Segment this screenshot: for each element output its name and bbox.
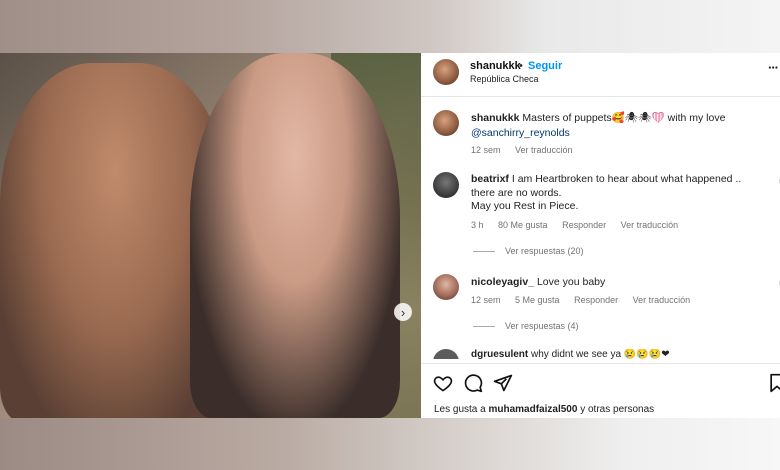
comment-emojis: 😢😢😢❤ — [623, 349, 670, 359]
post-location[interactable]: República Checa — [470, 74, 539, 84]
comment-translate[interactable]: Ver traducción — [633, 295, 691, 305]
heart-outline-icon[interactable] — [432, 372, 454, 394]
likes-prefix: Les gusta a — [434, 404, 486, 415]
comment-likes[interactable]: 80 Me gusta — [498, 220, 548, 230]
view-replies-label[interactable]: Ver respuestas (4) — [505, 321, 579, 331]
caption-translate[interactable]: Ver traducción — [515, 145, 573, 155]
comment-line: May you Rest in Piece. — [471, 200, 579, 212]
comment-bubble-icon[interactable] — [462, 372, 484, 394]
comment-time[interactable]: 3 h — [471, 220, 484, 230]
blurred-background-top — [0, 0, 780, 53]
view-replies[interactable]: Ver respuestas (20) — [473, 246, 584, 256]
likes-user[interactable]: muhamadfaizal500 — [489, 404, 578, 415]
blurred-background-bottom — [0, 418, 780, 470]
caption-meta: 12 sem Ver traducción — [471, 145, 585, 155]
partial-comment: dgruesulent why didnt we see ya 😢😢😢❤ — [421, 349, 780, 359]
view-replies-label[interactable]: Ver respuestas (20) — [505, 246, 584, 256]
comment-meta: 3 h 80 Me gusta Responder Ver traducción — [471, 220, 690, 230]
replies-divider — [473, 325, 495, 327]
avatar[interactable] — [433, 59, 459, 85]
comment-line: Love you baby — [536, 276, 606, 288]
likes-summary[interactable]: Les gusta a muhamadfaizal500 y otras per… — [434, 404, 654, 415]
caption-emojis: 🥰🕷🕷 — [611, 112, 652, 124]
post-header: shanukkk • Seguir República Checa ··· — [421, 53, 780, 97]
comment-line: I am Heartbroken to hear about what happ… — [511, 173, 742, 185]
comment-meta: 12 sem 5 Me gusta Responder Ver traducci… — [471, 295, 702, 305]
caption-text-after: with my love — [667, 112, 726, 124]
follow-button[interactable]: Seguir — [528, 60, 562, 72]
separator-dot: • — [519, 60, 523, 72]
comment-avatar[interactable] — [433, 349, 459, 359]
comment-body: nicoleyagiv_ Love you baby — [471, 276, 771, 290]
chevron-right-icon: › — [400, 304, 406, 320]
more-options-icon[interactable]: ··· — [768, 60, 779, 75]
heart-emoji: ❤ — [651, 112, 665, 124]
comment-username[interactable]: nicoleyagiv_ — [471, 276, 534, 288]
replies-divider — [473, 250, 495, 252]
paper-plane-icon[interactable] — [492, 372, 514, 394]
view-replies[interactable]: Ver respuestas (4) — [473, 321, 579, 331]
comment-body: beatrixf I am Heartbroken to hear about … — [471, 173, 771, 214]
post-detail-panel: shanukkk • Seguir República Checa ··· sh… — [421, 53, 780, 418]
post-username[interactable]: shanukkk — [470, 60, 521, 72]
caption-avatar[interactable] — [433, 110, 459, 136]
caption-time[interactable]: 12 sem — [471, 145, 501, 155]
comment-translate[interactable]: Ver traducción — [621, 220, 679, 230]
comment-time[interactable]: 12 sem — [471, 295, 501, 305]
comment-username[interactable]: beatrixf — [471, 173, 509, 185]
photo-person-right — [190, 53, 400, 418]
next-photo-button[interactable]: › — [394, 303, 412, 321]
post-photo: › — [0, 53, 421, 418]
comment-avatar[interactable] — [433, 172, 459, 198]
comment-reply-button[interactable]: Responder — [562, 220, 606, 230]
post-actions: Les gusta a muhamadfaizal500 y otras per… — [421, 363, 780, 418]
comment-avatar[interactable] — [433, 274, 459, 300]
caption-username[interactable]: shanukkk — [471, 112, 519, 124]
post-caption: shanukkk Masters of puppets🥰🕷🕷❤ with my … — [471, 111, 761, 141]
caption-text: Masters of puppets — [522, 112, 612, 124]
comment-likes[interactable]: 5 Me gusta — [515, 295, 560, 305]
caption-mention[interactable]: @sanchirry_reynolds — [471, 127, 570, 139]
comment-line: why didnt we see ya — [531, 349, 622, 359]
likes-suffix: y otras personas — [580, 404, 655, 415]
bookmark-icon[interactable] — [766, 372, 780, 394]
comment-line: there are no words. — [471, 186, 562, 199]
partial-comment-text: dgruesulent why didnt we see ya 😢😢😢❤ — [471, 349, 670, 359]
comment-username[interactable]: dgruesulent — [471, 349, 528, 359]
comment-reply-button[interactable]: Responder — [574, 295, 618, 305]
